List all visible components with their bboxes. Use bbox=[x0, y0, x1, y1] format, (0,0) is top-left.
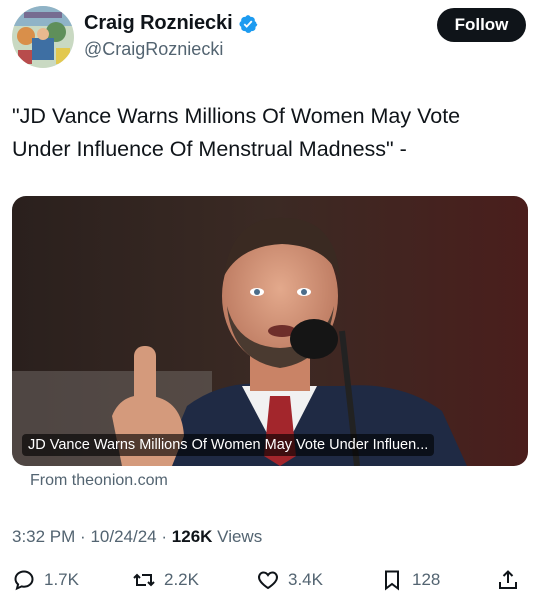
like-count: 3.4K bbox=[288, 570, 323, 589]
tweet-text: "JD Vance Warns Millions Of Women May Vo… bbox=[12, 104, 461, 161]
repost-icon bbox=[133, 573, 155, 587]
display-name-row: Craig Rozniecki bbox=[84, 12, 258, 35]
tweet-date[interactable]: 10/24/24 bbox=[90, 527, 156, 546]
views-count: 126K bbox=[171, 527, 213, 546]
bookmark-count: 128 bbox=[412, 570, 441, 589]
share-button[interactable] bbox=[496, 568, 520, 592]
reply-icon bbox=[14, 570, 34, 591]
views-label: Views bbox=[217, 527, 263, 546]
meta-separator: · bbox=[80, 527, 86, 546]
heart-icon bbox=[258, 571, 278, 590]
tweet-time[interactable]: 3:32 PM bbox=[12, 527, 75, 546]
reply-count: 1.7K bbox=[44, 570, 79, 589]
bookmark-button[interactable]: 128 bbox=[380, 568, 440, 592]
meta-separator: · bbox=[161, 527, 168, 546]
link-source[interactable]: From theonion.com bbox=[30, 472, 168, 490]
verified-badge-icon[interactable] bbox=[238, 14, 258, 34]
follow-button[interactable]: Follow bbox=[437, 8, 526, 42]
reply-button[interactable]: 1.7K bbox=[12, 568, 79, 592]
bookmark-icon bbox=[385, 570, 399, 591]
link-card-photo bbox=[12, 196, 528, 466]
repost-count: 2.2K bbox=[164, 570, 199, 589]
tweet-header: Craig Rozniecki @CraigRozniecki Follow bbox=[12, 6, 528, 68]
action-bar: 1.7K 2.2K 3.4K 128 bbox=[12, 568, 528, 598]
author-names: Craig Rozniecki @CraigRozniecki bbox=[84, 12, 258, 60]
avatar[interactable] bbox=[12, 6, 74, 68]
link-card-caption: JD Vance Warns Millions Of Women May Vot… bbox=[22, 434, 435, 456]
tweet-meta: 3:32 PM · 10/24/24 · 126K Views bbox=[12, 527, 262, 547]
link-card[interactable]: JD Vance Warns Millions Of Women May Vot… bbox=[12, 196, 528, 466]
display-name[interactable]: Craig Rozniecki bbox=[84, 12, 233, 35]
like-button[interactable]: 3.4K bbox=[256, 568, 323, 592]
author-handle[interactable]: @CraigRozniecki bbox=[84, 39, 258, 60]
share-icon bbox=[499, 570, 517, 589]
repost-button[interactable]: 2.2K bbox=[132, 568, 199, 592]
